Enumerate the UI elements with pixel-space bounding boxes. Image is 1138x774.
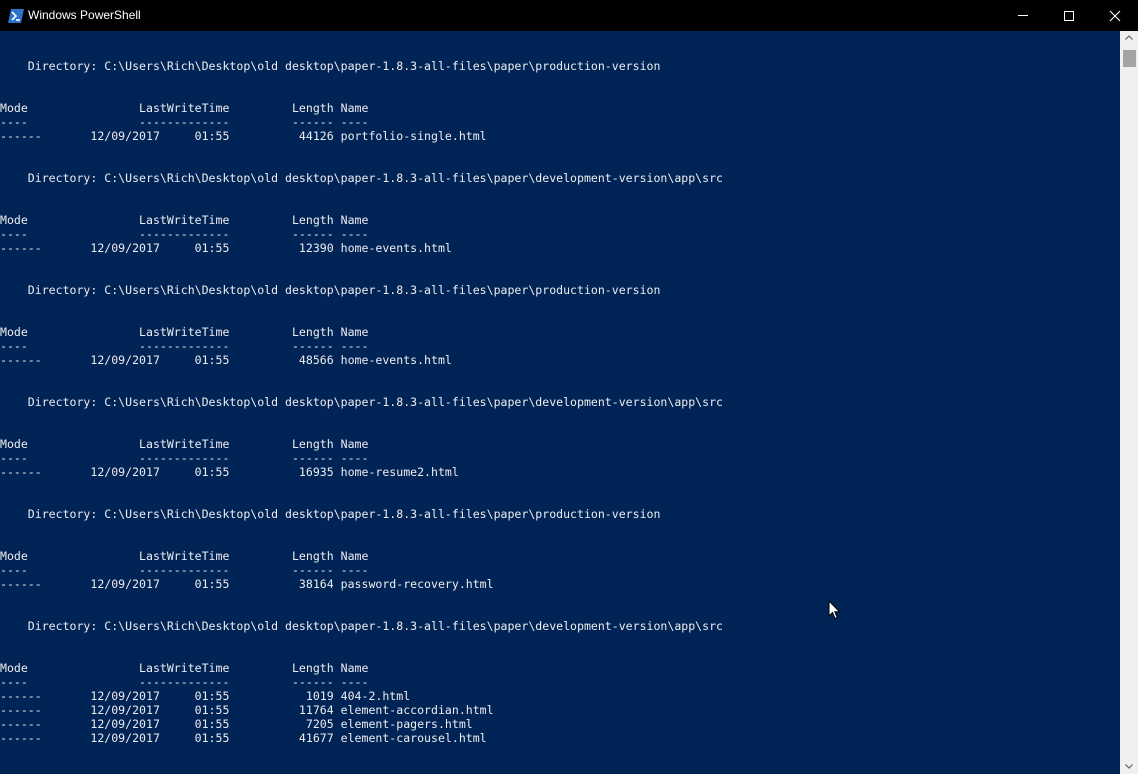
file-entry-line: ------ 12/09/2017 01:55 38164 password-r… [0, 577, 494, 591]
title-bar[interactable]: Windows PowerShell [0, 0, 1138, 31]
scroll-up-arrow-icon[interactable] [1125, 35, 1133, 40]
scrollbar-thumb[interactable] [1123, 50, 1136, 67]
column-header-line: Mode LastWriteTime Length Name [0, 213, 369, 227]
header-separator-line: ---- ------------- ------ ---- [0, 563, 369, 577]
scroll-down-arrow-icon[interactable] [1125, 764, 1133, 769]
powershell-icon [8, 8, 24, 23]
file-entry-line: ------ 12/09/2017 01:55 7205 element-pag… [0, 717, 473, 731]
file-entry-line: ------ 12/09/2017 01:55 12390 home-event… [0, 241, 452, 255]
directory-line: Directory: C:\Users\Rich\Desktop\old des… [0, 507, 661, 521]
file-entry-line: ------ 12/09/2017 01:55 16935 home-resum… [0, 465, 459, 479]
column-header-line: Mode LastWriteTime Length Name [0, 549, 369, 563]
maximize-icon [1064, 11, 1074, 21]
header-separator-line: ---- ------------- ------ ---- [0, 675, 369, 689]
minimize-icon [1018, 15, 1028, 16]
minimize-button[interactable] [1000, 0, 1046, 31]
file-entry-line: ------ 12/09/2017 01:55 11764 element-ac… [0, 703, 494, 717]
maximize-button[interactable] [1046, 0, 1092, 31]
header-separator-line: ---- ------------- ------ ---- [0, 115, 369, 129]
directory-line: Directory: C:\Users\Rich\Desktop\old des… [0, 171, 723, 185]
directory-line: Directory: C:\Users\Rich\Desktop\old des… [0, 619, 723, 633]
directory-line: Directory: C:\Users\Rich\Desktop\old des… [0, 395, 723, 409]
column-header-line: Mode LastWriteTime Length Name [0, 325, 369, 339]
column-header-line: Mode LastWriteTime Length Name [0, 437, 369, 451]
window-title: Windows PowerShell [28, 8, 141, 22]
directory-line: Directory: C:\Users\Rich\Desktop\old des… [0, 283, 661, 297]
column-header-line: Mode LastWriteTime Length Name [0, 101, 369, 115]
file-entry-line: ------ 12/09/2017 01:55 48566 home-event… [0, 353, 452, 367]
vertical-scrollbar[interactable] [1120, 31, 1138, 774]
mouse-pointer-icon [828, 600, 841, 620]
close-icon [1109, 10, 1121, 22]
header-separator-line: ---- ------------- ------ ---- [0, 451, 369, 465]
directory-line: Directory: C:\Users\Rich\Desktop\old des… [0, 59, 661, 73]
file-entry-line: ------ 12/09/2017 01:55 44126 portfolio-… [0, 129, 487, 143]
file-entry-line: ------ 12/09/2017 01:55 1019 404-2.html [0, 689, 411, 703]
close-button[interactable] [1092, 0, 1138, 31]
console-output[interactable]: Directory: C:\Users\Rich\Desktop\old des… [0, 31, 1120, 774]
file-entry-line: ------ 12/09/2017 01:55 41677 element-ca… [0, 731, 487, 745]
header-separator-line: ---- ------------- ------ ---- [0, 339, 369, 353]
header-separator-line: ---- ------------- ------ ---- [0, 227, 369, 241]
column-header-line: Mode LastWriteTime Length Name [0, 661, 369, 675]
